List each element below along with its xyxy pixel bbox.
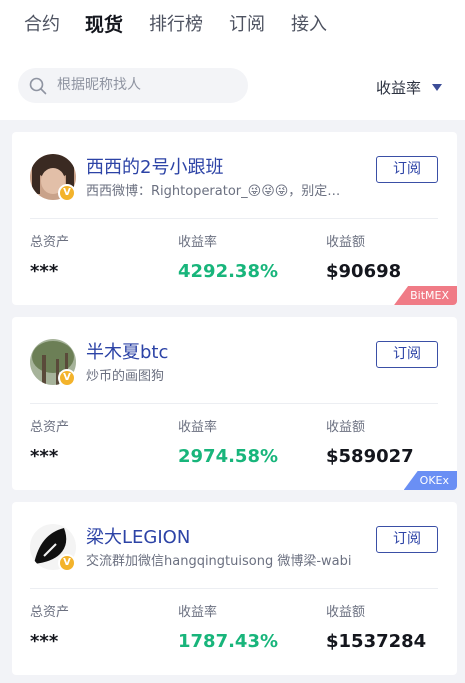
- return-rate-value: 2974.58%: [178, 446, 279, 467]
- verified-icon: V: [58, 184, 76, 202]
- total-assets-label: 总资产: [30, 420, 70, 435]
- trader-name[interactable]: 梁大LEGION: [86, 526, 190, 550]
- search-icon: [29, 77, 47, 95]
- total-assets-value: ***: [30, 446, 59, 467]
- search-input[interactable]: 根据昵称找人: [18, 68, 248, 103]
- return-amount-label: 收益额: [326, 605, 366, 620]
- watermark-text: 金色财经: [384, 652, 449, 671]
- verified-icon: V: [58, 554, 76, 572]
- tab-contract[interactable]: 合约: [24, 13, 60, 37]
- divider: [30, 588, 438, 589]
- return-amount-value: $589027: [326, 446, 414, 467]
- trader-name[interactable]: 西西的2号小跟班: [86, 156, 223, 180]
- subscribe-button[interactable]: 订阅: [376, 341, 438, 368]
- trader-card[interactable]: V 西西的2号小跟班 西西微博：Rightoperator_😜😜😜，别定… 订阅…: [12, 132, 457, 305]
- total-assets-value: ***: [30, 261, 59, 282]
- tab-ranking[interactable]: 排行榜: [149, 13, 203, 37]
- return-rate-label: 收益率: [178, 235, 218, 250]
- sort-label: 收益率: [376, 79, 422, 97]
- total-assets-label: 总资产: [30, 605, 70, 620]
- return-amount-value: $90698: [326, 261, 402, 282]
- return-rate-value: 1787.43%: [178, 631, 279, 652]
- watermark-logo: 金色财经: [356, 648, 449, 676]
- divider: [30, 218, 438, 219]
- subscribe-button[interactable]: 订阅: [376, 526, 438, 553]
- search-placeholder: 根据昵称找人: [57, 77, 141, 93]
- return-rate-value: 4292.38%: [178, 261, 279, 282]
- trader-card[interactable]: V 半木夏btc 炒币的画图狗 订阅 总资产 收益率 收益额 *** 2974.…: [12, 317, 457, 490]
- logo-icon: [356, 649, 382, 676]
- return-rate-label: 收益率: [178, 605, 218, 620]
- total-assets-label: 总资产: [30, 235, 70, 250]
- trader-bio: 交流群加微信hangqingtuisong 微博梁-wabi: [86, 554, 352, 569]
- caret-down-icon: [432, 84, 442, 91]
- tab-connect[interactable]: 接入: [291, 13, 327, 37]
- trader-name[interactable]: 半木夏btc: [86, 341, 168, 365]
- return-amount-label: 收益额: [326, 235, 366, 250]
- tab-spot[interactable]: 现货: [85, 13, 123, 37]
- verified-icon: V: [58, 369, 76, 387]
- return-rate-label: 收益率: [178, 420, 218, 435]
- exchange-tag: BitMEX: [394, 286, 457, 305]
- tab-bar: 合约 现货 排行榜 订阅 接入: [0, 0, 465, 52]
- sort-dropdown[interactable]: 收益率: [376, 78, 442, 100]
- divider: [30, 403, 438, 404]
- tab-subscribe[interactable]: 订阅: [229, 13, 265, 37]
- top-bar: 合约 现货 排行榜 订阅 接入 根据昵称找人 收益率: [0, 0, 465, 120]
- trader-bio: 西西微博：Rightoperator_😜😜😜，别定…: [86, 184, 341, 199]
- trader-bio: 炒币的画图狗: [86, 369, 165, 384]
- total-assets-value: ***: [30, 631, 59, 652]
- subscribe-button[interactable]: 订阅: [376, 156, 438, 183]
- return-amount-label: 收益额: [326, 420, 366, 435]
- exchange-tag: OKEx: [403, 471, 457, 490]
